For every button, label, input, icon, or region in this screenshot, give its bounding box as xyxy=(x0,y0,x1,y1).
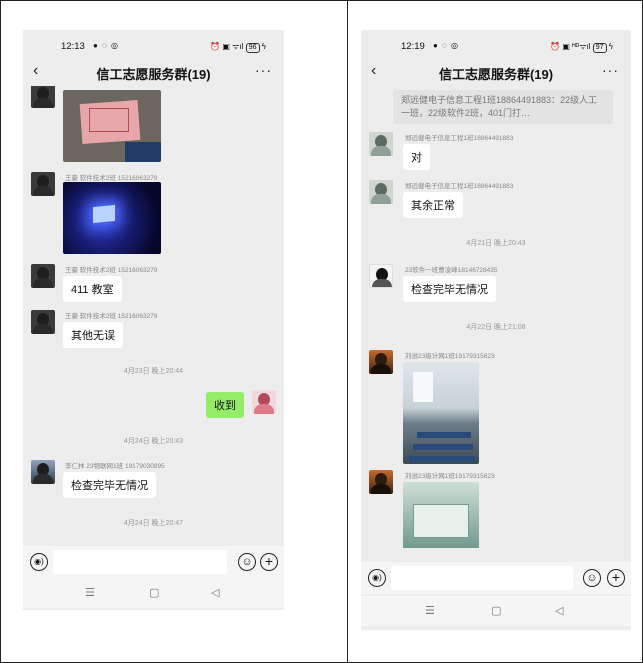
notification-icons: ● ◌ ◎ xyxy=(93,41,120,50)
notification-icons: ● ◌ ◎ xyxy=(433,41,460,50)
sender-name: 郑远健电子信息工程1班18864491883 xyxy=(405,183,514,190)
status-time: 12:19 xyxy=(401,41,425,52)
menu-icon[interactable]: ☰ xyxy=(85,586,95,599)
charging-icon: ϟ xyxy=(261,42,266,51)
avatar[interactable] xyxy=(369,132,393,156)
battery-icon: 96 xyxy=(245,43,260,53)
message-input[interactable] xyxy=(391,566,573,590)
input-bar: ◉) ☺ + xyxy=(361,562,631,594)
image-message[interactable] xyxy=(403,362,479,464)
chat-header: ‹ 信工志愿服务群(19) ··· xyxy=(361,60,631,86)
avatar[interactable] xyxy=(369,264,393,288)
plus-icon[interactable]: + xyxy=(260,553,278,571)
more-options-icon[interactable]: ··· xyxy=(602,62,619,78)
message-bubble[interactable]: 411 教室 xyxy=(63,276,122,302)
more-options-icon[interactable]: ··· xyxy=(255,62,272,78)
back-icon[interactable]: ◁ xyxy=(555,604,563,617)
sender-name: 刘逊23级计网1班19179315823 xyxy=(405,473,495,480)
chat-title: 信工志愿服务群(19) xyxy=(96,67,211,82)
image-message[interactable] xyxy=(63,90,161,162)
sender-name: 王豪 软件技术2班 15216063279 xyxy=(65,313,158,320)
message-timestamp: 4月22日 晚上21:08 xyxy=(466,324,526,331)
emoji-icon[interactable]: ☺ xyxy=(583,569,601,587)
message-timestamp: 4月21日 晚上20:43 xyxy=(466,240,526,247)
system-icons: ⏰ ▣ ᯤıl 96 ϟ xyxy=(210,41,266,53)
sender-name: 王豪 软件技术2班 15216063279 xyxy=(65,175,158,182)
message-list[interactable]: 王豪 软件技术2班 15216063279 王豪 软件技术2班 15216063… xyxy=(23,86,284,532)
sender-name: 郑远健电子信息工程1班18864491883 xyxy=(405,135,514,142)
sender-name: 王豪 软件技术2班 15216063279 xyxy=(65,267,158,274)
status-bar: 12:13 ● ◌ ◎ ⏰ ▣ ᯤıl 96 ϟ xyxy=(23,38,284,54)
my-message-bubble[interactable]: 收到 xyxy=(206,392,244,418)
quoted-message[interactable]: 郑远健电子信息工程1班18864491883：22级人工一班，22级软件2班，4… xyxy=(393,90,613,124)
home-icon[interactable]: ▢ xyxy=(491,604,501,617)
avatar[interactable] xyxy=(31,460,55,484)
message-timestamp: 4月24日 晚上20:43 xyxy=(123,438,184,445)
status-bar: 12:19 ● ◌ ◎ ⏰ ▣ ᴴᴰᯤıl 97 ϟ xyxy=(361,38,631,54)
chat-title: 信工志愿服务群(19) xyxy=(438,67,554,82)
avatar[interactable] xyxy=(31,310,55,334)
chat-header: ‹ 信工志愿服务群(19) ··· xyxy=(23,60,284,86)
avatar[interactable] xyxy=(369,180,393,204)
battery-icon: 97 xyxy=(592,43,607,53)
voice-input-icon[interactable]: ◉) xyxy=(368,569,386,587)
image-message[interactable] xyxy=(63,182,161,254)
system-icons: ⏰ ▣ ᴴᴰᯤıl 97 ϟ xyxy=(550,41,613,53)
sender-name: 23软件一班曹凌峰18146728435 xyxy=(405,267,498,274)
message-timestamp: 4月23日 晚上20:44 xyxy=(123,368,184,375)
avatar[interactable] xyxy=(369,470,393,494)
message-bubble[interactable]: 对 xyxy=(403,144,430,170)
sender-name: 刘逊23级计网1班19179315823 xyxy=(405,353,495,360)
system-nav-bar: ☰ ▢ ◁ xyxy=(23,578,284,608)
avatar[interactable] xyxy=(369,350,393,374)
message-input[interactable] xyxy=(53,550,227,574)
menu-icon[interactable]: ☰ xyxy=(425,604,435,617)
message-bubble[interactable]: 其他无误 xyxy=(63,322,123,348)
message-bubble[interactable]: 其余正常 xyxy=(403,192,463,218)
message-list[interactable]: 郑远健电子信息工程1班18864491883：22级人工一班，22级软件2班，4… xyxy=(361,88,631,548)
message-bubble[interactable]: 检查完毕无情况 xyxy=(403,276,496,302)
column-divider xyxy=(347,0,348,663)
my-avatar[interactable] xyxy=(252,390,276,414)
avatar[interactable] xyxy=(31,172,55,196)
signal-icon: ⏰ ▣ ᯤıl xyxy=(210,42,244,51)
status-time: 12:13 xyxy=(61,41,85,52)
system-nav-bar: ☰ ▢ ◁ xyxy=(361,596,631,626)
message-timestamp: 4月24日 晚上20:47 xyxy=(123,520,184,527)
avatar[interactable] xyxy=(31,264,55,288)
chat-screen-left: 12:13 ● ◌ ◎ ⏰ ▣ ᯤıl 96 ϟ ‹ 信工志愿服务群(19) ·… xyxy=(23,30,284,610)
back-icon[interactable]: ◁ xyxy=(211,586,219,599)
signal-icon: ⏰ ▣ ᴴᴰᯤıl xyxy=(550,42,591,51)
input-bar: ◉) ☺ + xyxy=(23,546,284,578)
plus-icon[interactable]: + xyxy=(607,569,625,587)
sender-name: 李仁林 23物联网1班 19179030895 xyxy=(65,463,165,470)
message-bubble[interactable]: 检查完毕无情况 xyxy=(63,472,156,498)
avatar[interactable] xyxy=(31,86,55,108)
chat-screen-right: 12:19 ● ◌ ◎ ⏰ ▣ ᴴᴰᯤıl 97 ϟ ‹ 信工志愿服务群(19)… xyxy=(361,30,631,630)
image-message[interactable] xyxy=(403,482,479,548)
home-icon[interactable]: ▢ xyxy=(149,586,159,599)
charging-icon: ϟ xyxy=(608,42,613,51)
emoji-icon[interactable]: ☺ xyxy=(238,553,256,571)
voice-input-icon[interactable]: ◉) xyxy=(30,553,48,571)
